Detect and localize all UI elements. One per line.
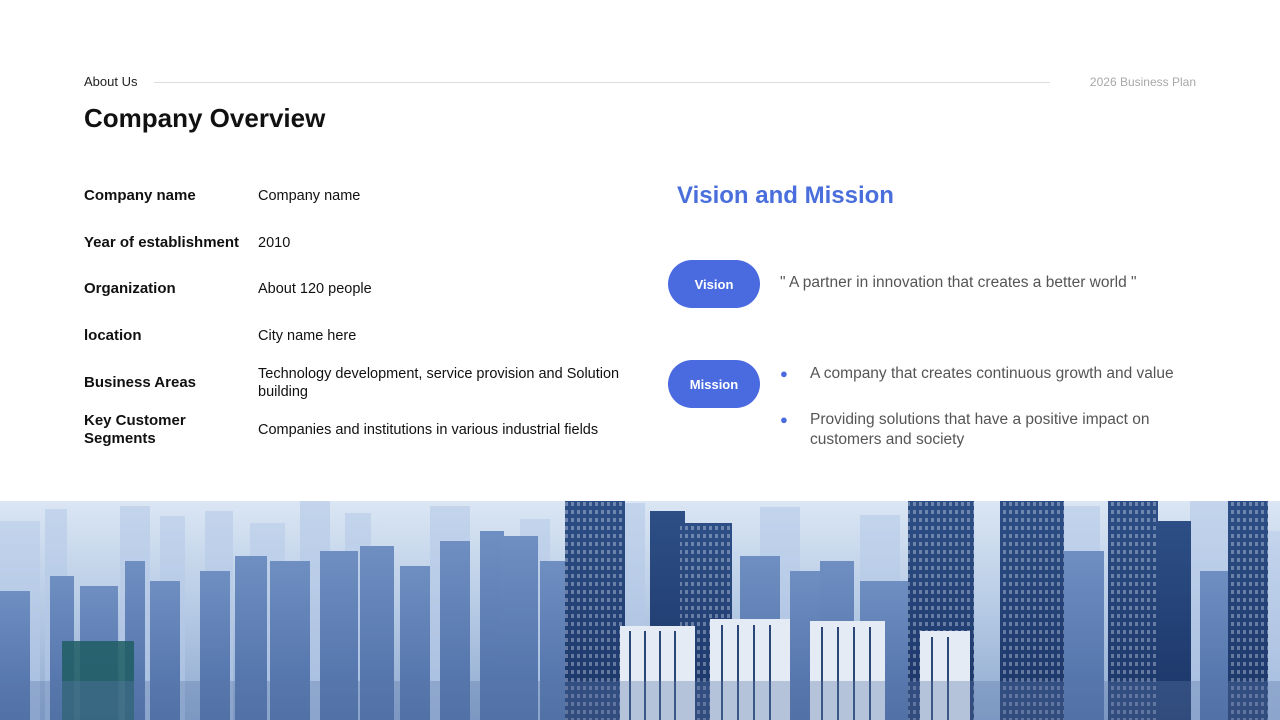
skyline-illustration bbox=[0, 501, 1280, 720]
overview-row-location: location City name here bbox=[84, 326, 624, 346]
overview-row-organization: Organization About 120 people bbox=[84, 279, 624, 299]
header-divider bbox=[154, 82, 1050, 83]
overview-value: About 120 people bbox=[258, 281, 372, 297]
overview-label: Business Areas bbox=[84, 374, 197, 391]
overview-value: Company name bbox=[258, 188, 361, 204]
vision-badge: Vision bbox=[668, 260, 760, 308]
bullet-dot-icon: ● bbox=[780, 366, 788, 381]
overview-row-business-areas: Business Areas Technology development, s… bbox=[84, 364, 624, 402]
section-label: About Us bbox=[84, 74, 138, 89]
vision-mission-title: Vision and Mission bbox=[677, 182, 894, 209]
overview-label: Key Customer Segments bbox=[84, 412, 186, 447]
mission-item-text: Providing solutions that have a positive… bbox=[810, 411, 1150, 448]
overview-value: 2010 bbox=[258, 235, 291, 251]
overview-value: Companies and institutions in various in… bbox=[258, 422, 599, 438]
mission-item: ● Providing solutions that have a positi… bbox=[780, 410, 1196, 450]
vision-statement: " A partner in innovation that creates a… bbox=[780, 274, 1137, 291]
overview-row-customer-segments: Key Customer Segments Companies and inst… bbox=[84, 411, 624, 449]
bullet-dot-icon: ● bbox=[780, 412, 788, 427]
overview-label: Company name bbox=[84, 187, 196, 204]
mission-item-text: A company that creates continuous growth… bbox=[810, 365, 1174, 382]
page-title: Company Overview bbox=[84, 103, 326, 133]
overview-value: Technology development, service provisio… bbox=[258, 366, 620, 400]
city-skyline-image bbox=[0, 501, 1280, 720]
plan-label: 2026 Business Plan bbox=[1089, 75, 1196, 89]
overview-label: location bbox=[84, 327, 142, 344]
overview-label: Year of establishment bbox=[84, 234, 240, 251]
mission-list: ● A company that creates continuous grow… bbox=[780, 364, 1196, 476]
mission-badge: Mission bbox=[668, 360, 760, 408]
mission-item: ● A company that creates continuous grow… bbox=[780, 364, 1196, 384]
overview-row-company-name: Company name Company name bbox=[84, 186, 624, 206]
slide-header: About Us 2026 Business Plan bbox=[84, 74, 1196, 92]
overview-label: Organization bbox=[84, 280, 176, 297]
overview-value: City name here bbox=[258, 328, 357, 344]
overview-row-year: Year of establishment 2010 bbox=[84, 233, 624, 253]
